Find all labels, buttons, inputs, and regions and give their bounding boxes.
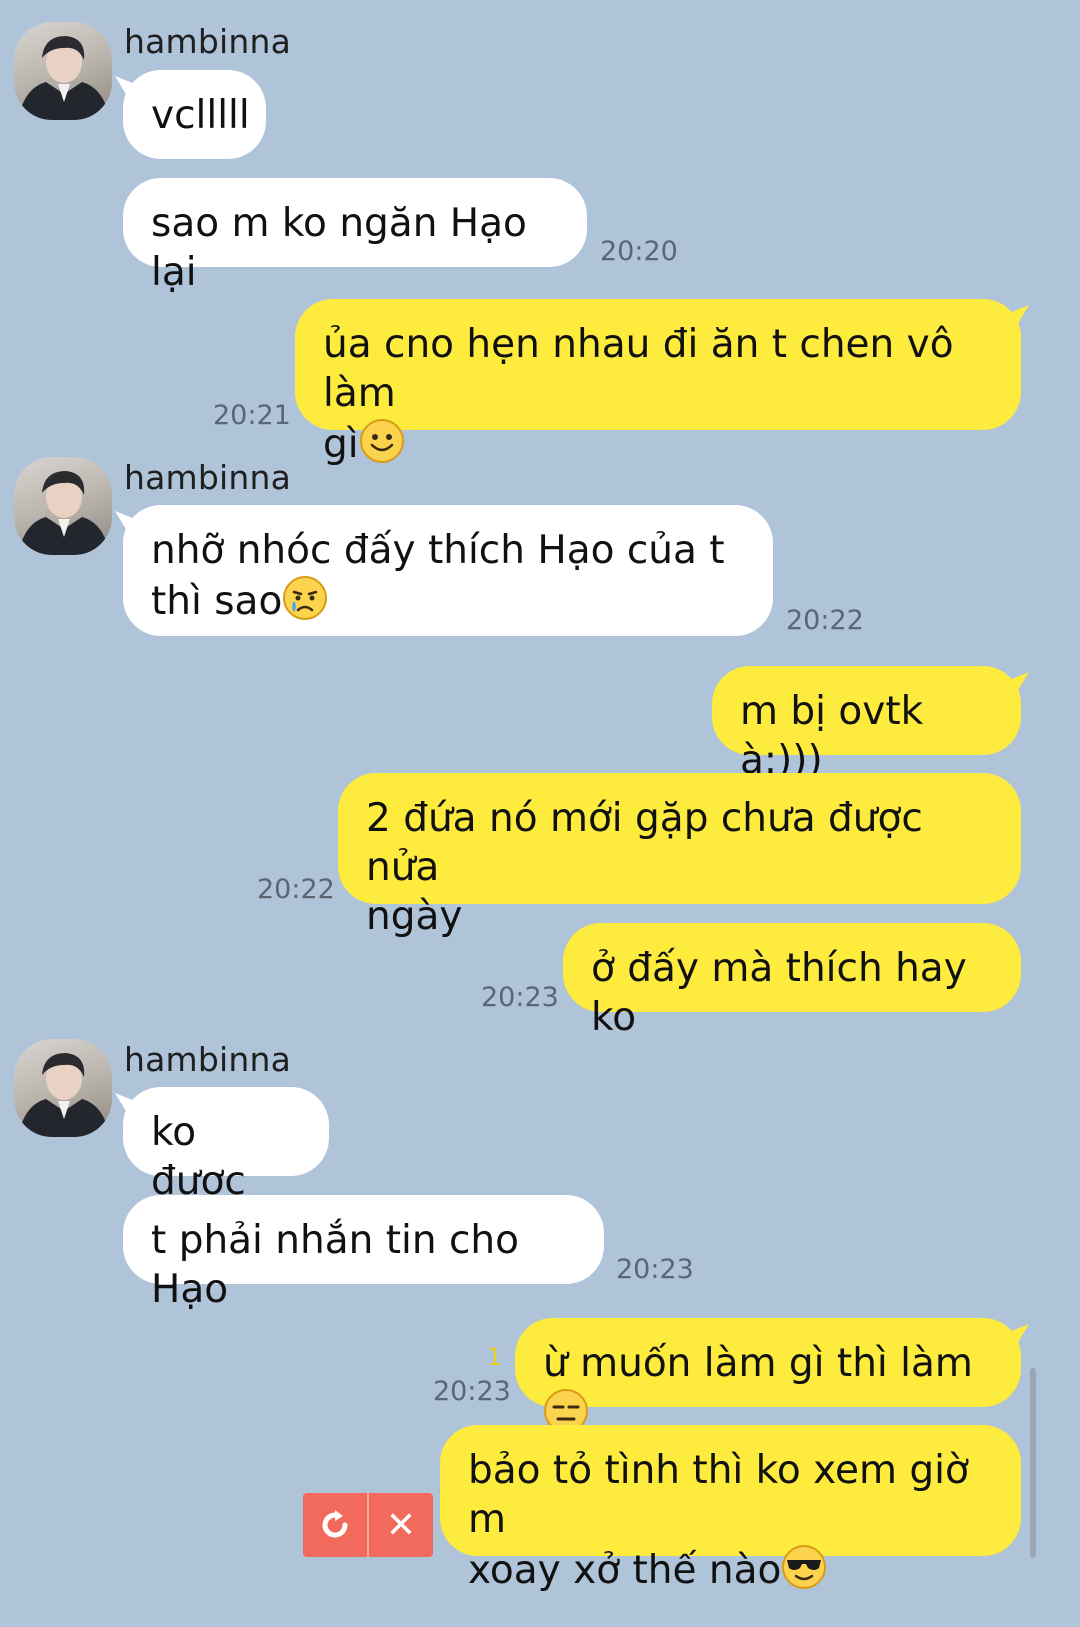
message-bubble[interactable]: ủa cno hẹn nhau đi ăn t chen vô làm gì — [295, 299, 1021, 467]
resend-button[interactable] — [303, 1493, 367, 1557]
message-time: 20:21 — [213, 400, 291, 431]
close-icon: ✕ — [385, 1504, 417, 1546]
message-bubble[interactable]: nhỡ nhóc đấy thích Hạo của t thì sao — [123, 505, 773, 636]
message-text: ừ muốn làm gì thì làm — [543, 1341, 973, 1386]
message-bubble[interactable]: 2 đứa nó mới gặp chưa được nửa ngày — [338, 773, 1021, 939]
sender-name: hambinna — [124, 1040, 292, 1079]
message-bubble[interactable]: sao m ko ngăn Hạo lại — [123, 178, 587, 295]
message-text-line: bảo tỏ tình thì ko xem giờ m — [468, 1448, 969, 1542]
message-text: t phải nhắn tin cho Hạo — [151, 1218, 520, 1312]
message-text-line: nhỡ nhóc đấy thích Hạo của t — [151, 528, 725, 573]
message-text-line: gì — [323, 422, 359, 467]
smile-emoji-icon — [359, 419, 404, 463]
message-bubble[interactable]: ừ muốn làm gì thì làm — [515, 1318, 1021, 1433]
scrollbar[interactable] — [1030, 1368, 1036, 1558]
message-time: 20:22 — [257, 874, 335, 905]
message-time: 20:20 — [600, 236, 678, 267]
message-text: ở đấy mà thích hay ko — [591, 946, 967, 1040]
resend-icon — [322, 1510, 348, 1538]
message-time: 20:22 — [786, 605, 864, 636]
message-text: vclllll — [151, 93, 250, 138]
message-text-line: xoay xở thế nào — [468, 1548, 782, 1593]
message-time: 20:23 — [616, 1254, 694, 1285]
message-text: m bị ovtk à:))) — [740, 689, 924, 783]
delete-button[interactable]: ✕ — [369, 1493, 433, 1557]
message-bubble[interactable]: t phải nhắn tin cho Hạo — [123, 1195, 604, 1312]
message-text: sao m ko ngăn Hạo lại — [151, 201, 527, 295]
avatar[interactable] — [14, 1039, 112, 1137]
message-bubble[interactable]: ở đấy mà thích hay ko — [563, 923, 1021, 1040]
message-text-line: 2 đứa nó mới gặp chưa được nửa — [366, 796, 923, 890]
message-bubble[interactable]: ko được — [123, 1087, 329, 1204]
avatar[interactable] — [14, 457, 112, 555]
message-bubble[interactable]: m bị ovtk à:))) — [712, 666, 1021, 783]
message-text-line: thì sao — [151, 579, 283, 624]
sender-name: hambinna — [124, 22, 292, 61]
message-bubble[interactable]: vclllll — [123, 70, 266, 159]
failed-send-actions: ✕ — [303, 1493, 433, 1557]
message-text-line: ủa cno hẹn nhau đi ăn t chen vô làm — [323, 322, 954, 416]
message-text: ko được — [151, 1110, 246, 1204]
sunglasses-emoji-icon — [782, 1545, 827, 1589]
unread-count: 1 — [487, 1343, 503, 1371]
sender-name: hambinna — [124, 458, 292, 497]
message-time: 20:23 — [481, 982, 559, 1013]
message-bubble[interactable]: bảo tỏ tình thì ko xem giờ m xoay xở thế… — [440, 1425, 1021, 1593]
message-time: 20:23 — [433, 1376, 511, 1407]
avatar[interactable] — [14, 22, 112, 120]
crying-emoji-icon — [283, 576, 328, 620]
